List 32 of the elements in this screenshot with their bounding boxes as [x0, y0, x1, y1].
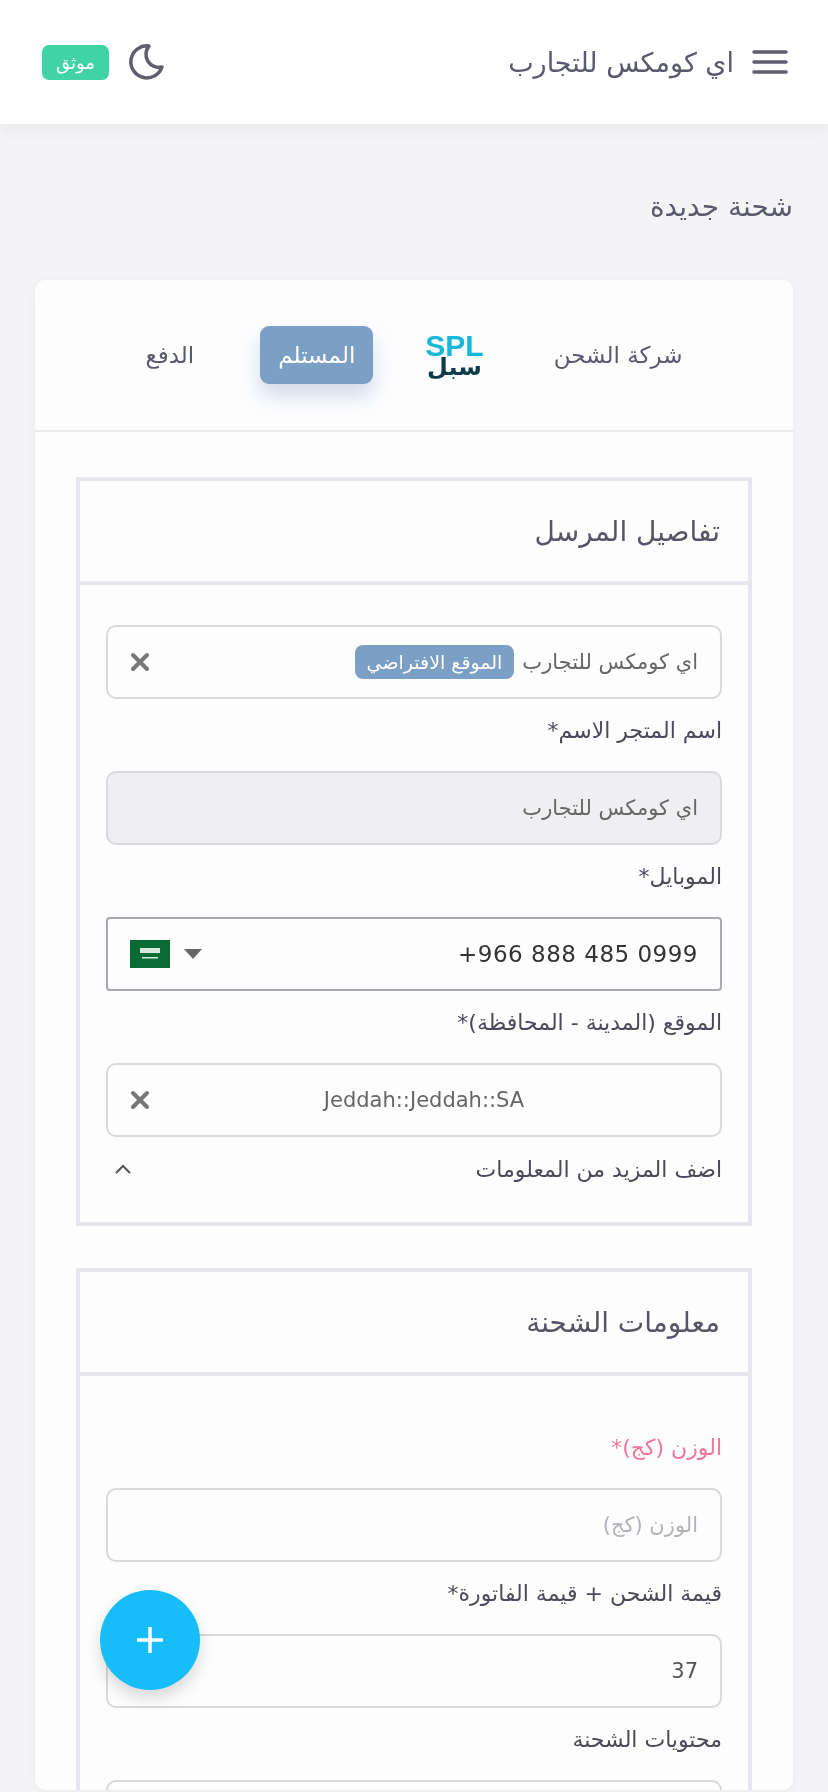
- page-title: شحنة جديدة: [649, 189, 793, 223]
- logo-text: سبل: [427, 355, 482, 379]
- verified-badge: موثق: [42, 44, 109, 80]
- field-label: الموقع (المدينة - المحافظة)*: [456, 1009, 722, 1037]
- text-field[interactable]: الوزن (كج): [106, 1488, 722, 1562]
- clear-icon[interactable]: [130, 652, 150, 672]
- section-title: معلومات الشحنة: [526, 1305, 720, 1339]
- section-title: تفاصيل المرسل: [534, 514, 720, 548]
- plus-icon: [136, 1626, 164, 1654]
- menu-icon[interactable]: [752, 49, 788, 75]
- select-field[interactable]: اي كومكس للتجارب الموقع الافتراضي: [106, 625, 722, 699]
- moon-icon[interactable]: [126, 43, 165, 81]
- field-label: الموبايل*: [637, 863, 722, 891]
- wizard-tab[interactable]: شركة الشحن: [535, 326, 701, 384]
- field-label: اسم المتجر الاسم*: [546, 717, 722, 746]
- phone-value: +966 888 485 0999: [457, 941, 698, 967]
- field-label: الوزن (كج)*: [610, 1434, 722, 1462]
- phone-field[interactable]: +966 888 485 0999: [106, 917, 722, 991]
- text-field[interactable]: 37: [106, 1634, 722, 1708]
- field-label: قيمة الشحن + قيمة الفاتورة*: [446, 1580, 722, 1608]
- wizard-tab[interactable]: الدفع: [127, 326, 213, 384]
- app-title: اي كومكس للتجارب: [508, 46, 734, 78]
- tag: الموقع الافتراضي: [354, 645, 515, 679]
- more-info-link[interactable]: اضف المزيد من المعلومات: [475, 1157, 722, 1182]
- select-value: اي كومكس للتجارب: [522, 650, 698, 674]
- flag-icon[interactable]: [130, 940, 170, 968]
- select-field[interactable]: Jeddah::Jeddah::SA: [106, 1063, 722, 1137]
- field-label: محتويات الشحنة: [571, 1726, 722, 1754]
- clear-icon[interactable]: [130, 1090, 150, 1110]
- caret-icon[interactable]: [184, 949, 202, 959]
- chevron-up-icon[interactable]: [114, 1164, 132, 1175]
- select-value: Jeddah::Jeddah::SA: [321, 1088, 526, 1112]
